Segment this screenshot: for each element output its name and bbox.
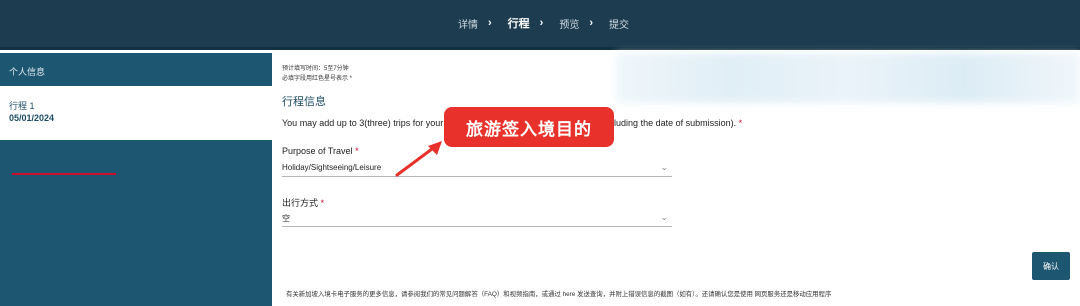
purpose-label: Purpose of Travel * xyxy=(282,146,359,156)
travel-mode-label-text: 出行方式 xyxy=(282,198,319,208)
dropdown-caret-icon: ⌄ xyxy=(660,162,668,172)
travel-mode-value: 空 xyxy=(282,214,290,223)
confirm-button[interactable]: 确认 xyxy=(1032,252,1070,280)
annotation-callout: 旅游签入境目的 xyxy=(444,107,614,147)
top-navigation-bar: 详情 › 行程 › 预览 › 提交 xyxy=(0,0,1080,50)
annotation-underline xyxy=(12,173,116,175)
required-note-text: 必填字段用红色星号表示 * xyxy=(282,76,353,82)
chevron-right-icon: › xyxy=(589,17,594,29)
step-submit[interactable]: 提交 xyxy=(609,16,629,31)
page: 详情 › 行程 › 预览 › 提交 个人信息 行程 1 05/01/2024 预… xyxy=(0,0,1080,306)
estimated-time-text: 预计填写时间：5至7分钟 xyxy=(282,66,349,72)
purpose-label-text: Purpose of Travel xyxy=(282,146,353,156)
purpose-value: Holiday/Sightseeing/Leisure xyxy=(282,163,382,172)
blurred-region xyxy=(616,53,1080,103)
sidebar-item-personal-info[interactable]: 个人信息 xyxy=(0,53,272,85)
step-breadcrumb: 详情 › 行程 › 预览 › 提交 xyxy=(458,15,629,31)
required-mark: * xyxy=(738,118,743,128)
trip-form: 预计填写时间：5至7分钟 必填字段用红色星号表示 * 行程信息 You may … xyxy=(272,53,1080,306)
sidebar-item-trip-1[interactable]: 行程 1 05/01/2024 xyxy=(0,86,272,140)
step-details-label: 详情 xyxy=(458,19,478,31)
step-preview[interactable]: 预览 › xyxy=(559,16,609,31)
travel-mode-label: 出行方式 * xyxy=(282,196,324,209)
dropdown-caret-icon: ⌄ xyxy=(660,212,668,222)
travel-mode-select[interactable]: 空 ⌄ xyxy=(282,209,672,227)
annotation-arrow-icon xyxy=(395,141,442,177)
sidebar: 个人信息 行程 1 05/01/2024 xyxy=(0,53,272,306)
step-submit-label: 提交 xyxy=(609,19,630,31)
trip-title: 行程 1 xyxy=(9,101,35,111)
form-meta: 预计填写时间：5至7分钟 必填字段用红色星号表示 * xyxy=(282,64,352,84)
section-title: 行程信息 xyxy=(282,96,326,108)
footer-help-text: 有关新加坡入境卡电子服务的更多信息，请参阅我们的常见问题解答（FAQ）和视频指南… xyxy=(286,291,832,298)
step-preview-label: 预览 xyxy=(559,19,580,31)
step-details[interactable]: 详情 › xyxy=(458,16,508,31)
chevron-right-icon: › xyxy=(539,17,544,29)
required-mark: * xyxy=(355,146,359,156)
trip-date: 05/01/2024 xyxy=(9,113,55,123)
required-mark: * xyxy=(320,198,325,208)
step-itinerary[interactable]: 行程 › xyxy=(508,15,560,31)
purpose-select[interactable]: Holiday/Sightseeing/Leisure ⌄ xyxy=(282,159,672,177)
chevron-right-icon: › xyxy=(488,17,492,29)
step-itinerary-label: 行程 xyxy=(507,18,530,30)
